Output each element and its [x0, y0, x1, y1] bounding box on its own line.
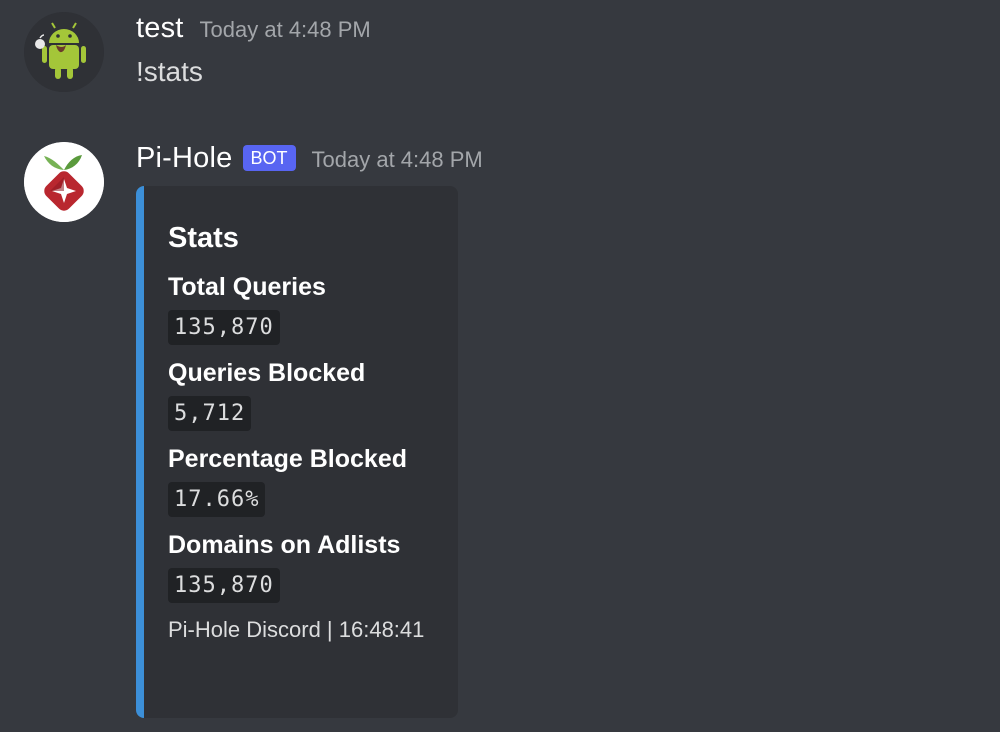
user-avatar[interactable] [24, 12, 104, 92]
android-robot-icon [24, 12, 104, 92]
field-name: Percentage Blocked [168, 445, 407, 473]
embed-accent-bar [136, 186, 144, 718]
message-header: Pi-Hole BOT Today at 4:48 PM [136, 142, 483, 175]
embed-field: Total Queries 135,870 [168, 273, 442, 345]
embed-body: Stats Total Queries 135,870 Queries Bloc… [168, 222, 442, 643]
username[interactable]: test [136, 12, 184, 45]
field-name: Queries Blocked [168, 359, 366, 387]
field-name: Domains on Adlists [168, 531, 401, 559]
embed-field: Queries Blocked 5,712 [168, 359, 442, 431]
embed-title: Stats [168, 222, 239, 254]
field-name: Total Queries [168, 273, 326, 301]
message-header: test Today at 4:48 PM [136, 12, 371, 45]
bot-avatar[interactable] [24, 142, 104, 222]
embed-field: Domains on Adlists 135,870 [168, 531, 442, 603]
pi-hole-logo-icon [24, 142, 104, 222]
message-test: test Today at 4:48 PM !stats [0, 0, 1000, 120]
field-value: 135,870 [168, 568, 280, 603]
field-value: 5,712 [168, 396, 252, 431]
chat-messages: test Today at 4:48 PM !stats Pi-Hole BOT [0, 0, 1000, 732]
stats-embed: Stats Total Queries 135,870 Queries Bloc… [136, 186, 458, 718]
field-value: 17.66% [168, 482, 266, 517]
embed-footer: Pi-Hole Discord | 16:48:41 [168, 617, 425, 642]
timestamp: Today at 4:48 PM [311, 147, 483, 172]
embed-field: Percentage Blocked 17.66% [168, 445, 442, 517]
message-pi-hole: Pi-Hole BOT Today at 4:48 PM Stats Total… [0, 130, 1000, 730]
username[interactable]: Pi-Hole [136, 142, 233, 175]
timestamp: Today at 4:48 PM [199, 17, 371, 42]
bot-badge: BOT [242, 145, 296, 171]
message-content: !stats [136, 56, 203, 87]
field-value: 135,870 [168, 310, 280, 345]
